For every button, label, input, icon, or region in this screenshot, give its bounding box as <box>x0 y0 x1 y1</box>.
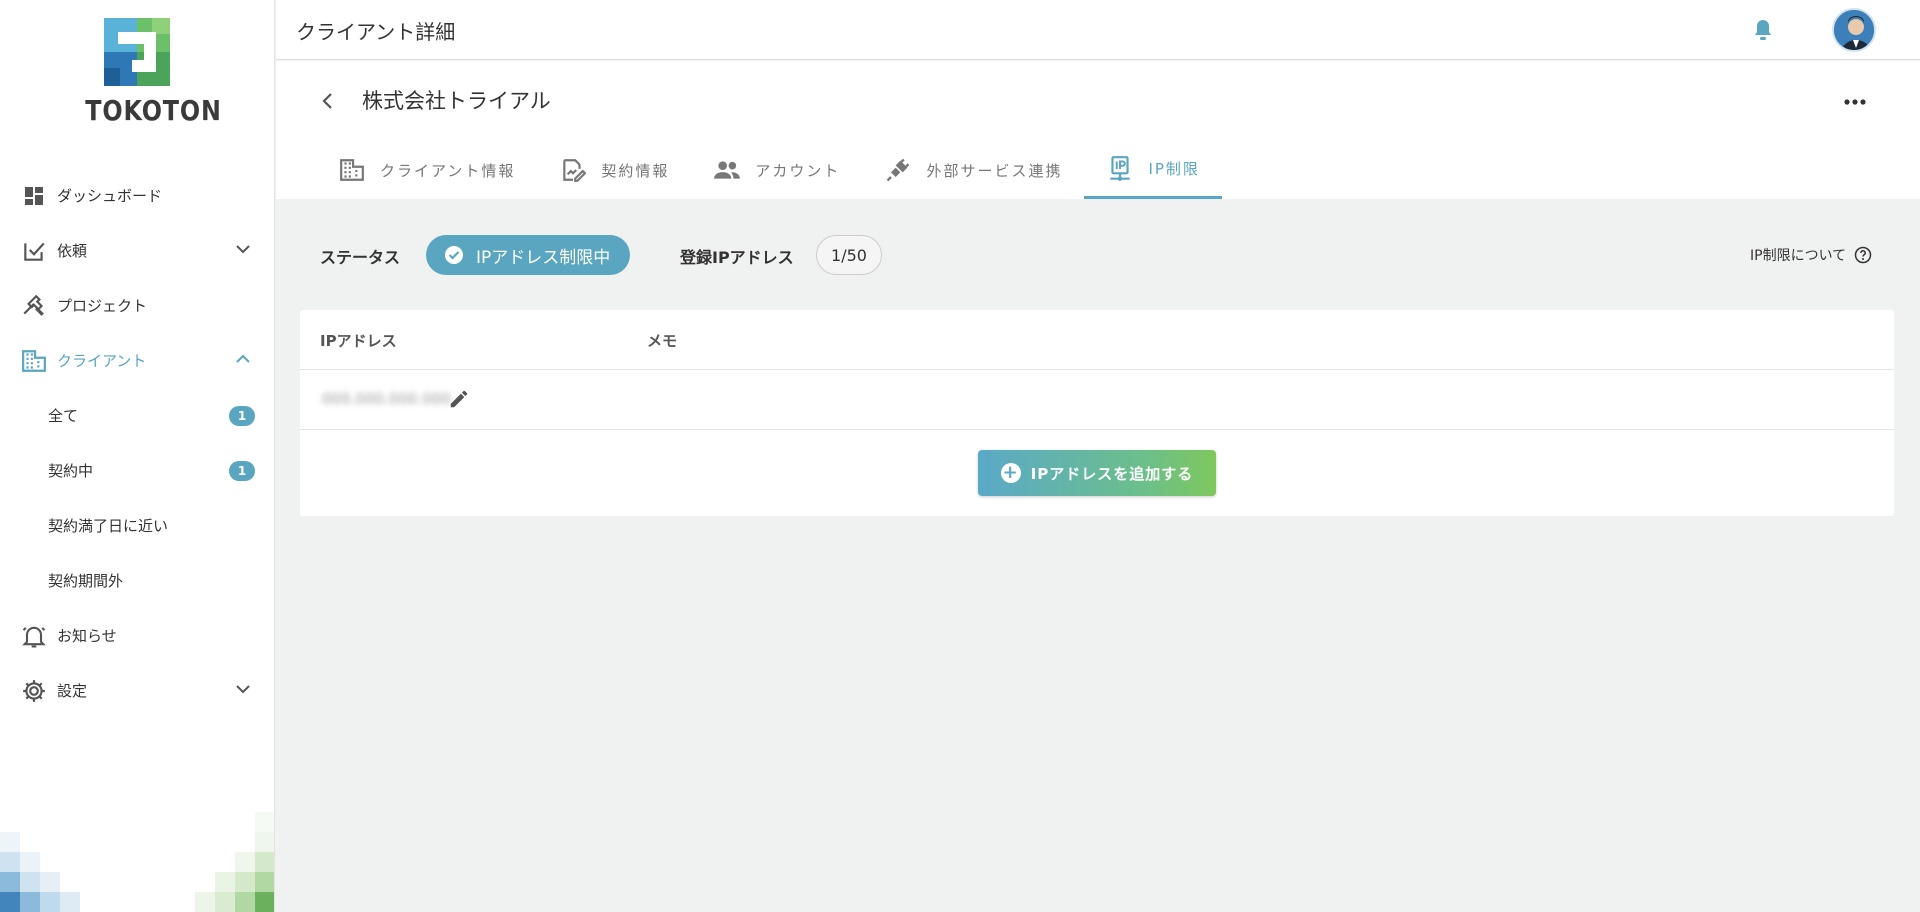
sidebar-item-label: プロジェクト <box>57 297 148 315</box>
registered-ip-label: 登録IPアドレス <box>680 248 794 267</box>
check-circle-icon <box>445 246 463 264</box>
bell-icon <box>20 622 48 650</box>
ip-address-table: IPアドレス メモ 000.000.000.000 + IPアドレスを追加する <box>300 310 1894 516</box>
plug-icon <box>884 156 912 184</box>
sidebar-subitem-label: 契約中 <box>48 462 94 480</box>
tab-client-info[interactable]: クライアント情報 <box>316 141 537 199</box>
logo-text: TOKOTON <box>85 94 222 127</box>
sidebar-item-label: ダッシュボード <box>57 187 163 205</box>
tab-ip-restriction[interactable]: IP制限 <box>1084 141 1222 199</box>
sidebar-item-request[interactable]: 依頼 <box>0 223 274 278</box>
ip-help-link[interactable]: IP制限について <box>1750 245 1872 265</box>
plus-circle-icon: + <box>1000 462 1021 483</box>
request-icon <box>20 237 48 265</box>
help-circle-icon <box>1854 246 1872 264</box>
edit-pencil-icon[interactable] <box>448 388 470 414</box>
back-chevron-icon[interactable] <box>316 89 340 113</box>
contract-icon <box>559 156 587 184</box>
dashboard-icon <box>20 182 48 210</box>
sidebar-item-label: 依頼 <box>57 242 88 260</box>
sidebar-item-notice[interactable]: お知らせ <box>0 608 274 663</box>
sidebar-item-settings[interactable]: 設定 <box>0 663 274 718</box>
sidebar-subitem-all[interactable]: 全て 1 <box>0 388 274 443</box>
add-ip-address-button[interactable]: + IPアドレスを追加する <box>978 450 1216 496</box>
count-badge: 1 <box>229 406 255 426</box>
column-header-memo: メモ <box>647 332 678 350</box>
tab-external-service[interactable]: 外部サービス連携 <box>862 141 1084 199</box>
tokoton-logo[interactable]: TOKOTON <box>76 18 222 127</box>
building-icon <box>338 156 366 184</box>
status-badge: IPアドレス制限中 <box>426 235 630 275</box>
page-title: クライアント詳細 <box>296 20 456 44</box>
ip-address-value: 000.000.000.000 <box>322 390 451 408</box>
sidebar-item-label: 設定 <box>57 682 88 700</box>
table-header: IPアドレス メモ <box>300 310 1894 370</box>
tab-label: アカウント <box>755 161 841 180</box>
status-value: IPアドレス制限中 <box>476 247 611 268</box>
sidebar-subitem-label: 契約満了日に近い <box>48 517 169 535</box>
column-header-ip: IPアドレス <box>320 332 397 350</box>
logo-mark-icon <box>104 18 170 86</box>
sidebar-item-project[interactable]: プロジェクト <box>0 278 274 333</box>
more-options-icon[interactable] <box>1844 91 1866 110</box>
sidebar-item-client[interactable]: クライアント <box>0 333 274 388</box>
gear-icon <box>20 677 48 705</box>
sidebar-subitem-expired[interactable]: 契約期間外 <box>0 553 274 608</box>
client-name: 株式会社トライアル <box>362 89 551 113</box>
sidebar-subitem-near-expiry[interactable]: 契約満了日に近い <box>0 498 274 553</box>
count-badge: 1 <box>229 461 255 481</box>
tab-label: 契約情報 <box>601 161 670 180</box>
sidebar-item-label: お知らせ <box>57 627 117 645</box>
sidebar-subitem-active[interactable]: 契約中 1 <box>0 443 274 498</box>
sidebar-subitem-label: 全て <box>48 407 79 425</box>
tab-label: 外部サービス連携 <box>926 161 1063 180</box>
decorative-mosaic <box>0 772 274 912</box>
sidebar-subitem-label: 契約期間外 <box>48 572 124 590</box>
chevron-down-icon[interactable] <box>235 681 251 701</box>
sidebar-nav: ダッシュボード 依頼 プロジェクト クライアント 全て 1 契約中 1 契約満了… <box>0 168 274 718</box>
status-label: ステータス <box>320 248 401 267</box>
chevron-up-icon[interactable] <box>235 351 251 371</box>
ip-status-row: ステータス IPアドレス制限中 登録IPアドレス 1/50 IP制限について <box>276 230 1920 278</box>
people-icon <box>713 156 741 184</box>
building-icon <box>20 347 48 375</box>
sidebar-item-dashboard[interactable]: ダッシュボード <box>0 168 274 223</box>
tab-label: IP制限 <box>1148 160 1200 178</box>
tab-label: クライアント情報 <box>380 161 516 180</box>
client-tabs: クライアント情報 契約情報 アカウント 外部サービス連携 IP制限 <box>316 141 1222 199</box>
ip-icon <box>1106 155 1134 183</box>
top-bar: クライアント詳細 <box>276 0 1920 60</box>
client-header: 株式会社トライアル クライアント情報 契約情報 アカウント 外部サービス連携 I… <box>276 61 1920 199</box>
chevron-down-icon[interactable] <box>235 241 251 261</box>
notification-bell-icon[interactable] <box>1752 18 1774 46</box>
tools-icon <box>20 292 48 320</box>
registered-ip-count: 1/50 <box>816 235 882 275</box>
sidebar-item-label: クライアント <box>57 352 147 370</box>
help-link-label: IP制限について <box>1750 248 1847 264</box>
table-row: 000.000.000.000 <box>300 370 1894 430</box>
user-avatar[interactable] <box>1832 8 1876 52</box>
tab-account[interactable]: アカウント <box>691 141 862 199</box>
add-button-label: IPアドレスを追加する <box>1030 464 1194 483</box>
tab-contract-info[interactable]: 契約情報 <box>537 141 691 199</box>
sidebar: TOKOTON ダッシュボード 依頼 プロジェクト クライアント 全て 1 契約… <box>0 0 275 912</box>
